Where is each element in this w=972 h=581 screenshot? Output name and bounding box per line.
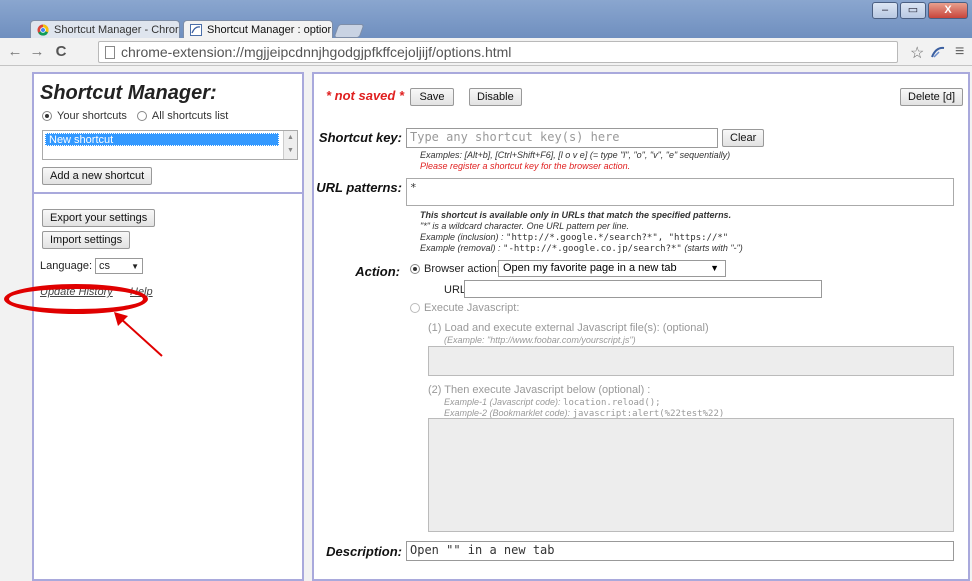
language-label: Language: xyxy=(40,260,92,272)
app-title: Shortcut Manager: xyxy=(40,82,217,104)
radio-execute-javascript[interactable] xyxy=(410,303,420,313)
tab-title: Shortcut Manager : optior xyxy=(207,23,332,36)
save-button[interactable]: Save xyxy=(410,88,454,106)
import-settings-button[interactable]: Import settings xyxy=(42,231,131,249)
url-help-4-code: "-http://*.google.co.jp/search?*" xyxy=(503,244,682,254)
delete-button[interactable]: Delete [d] xyxy=(900,88,964,106)
address-url: chrome-extension://mgjjeipcdnnjhgodgjpfk… xyxy=(121,44,512,60)
url-patterns-textarea[interactable]: * xyxy=(406,178,954,206)
description-label: Description: xyxy=(326,544,402,559)
browser-action-label[interactable]: Browser action: xyxy=(424,263,500,275)
annotation-ellipse xyxy=(4,284,148,314)
browser-action-select[interactable]: Open my favorite page in a new tab ▼ xyxy=(498,260,726,277)
js-example-1-prefix: Example-1 (Javascript code): xyxy=(444,397,564,407)
bookmark-star-icon[interactable]: ☆ xyxy=(910,43,924,63)
js-step1-example: (Example: "http://www.foobar.com/yourscr… xyxy=(444,335,636,345)
address-bar[interactable]: chrome-extension://mgjjeipcdnnjhgodgjpfk… xyxy=(98,41,898,63)
shortcut-manager-icon xyxy=(190,23,202,36)
shortcut-error: Please register a shortcut key for the b… xyxy=(420,161,631,171)
browser-titlebar: Shortcut Manager - Chror ✕ Shortcut Mana… xyxy=(0,0,972,38)
back-button[interactable]: ← xyxy=(6,43,24,61)
chevron-down-icon: ▼ xyxy=(710,263,719,273)
js-example-1: Example-1 (Javascript code): location.re… xyxy=(444,397,661,408)
left-panel: Shortcut Manager: Your shortcuts All sho… xyxy=(32,72,304,581)
radio-your-shortcuts-label[interactable]: Your shortcuts xyxy=(57,110,127,122)
chrome-menu-icon[interactable]: ≡ xyxy=(955,43,964,61)
url-help-3: Example (inclusion) : "http://*.google.*… xyxy=(420,232,728,243)
chrome-web-store-icon xyxy=(37,23,49,36)
external-js-textarea[interactable] xyxy=(428,346,954,376)
page-icon xyxy=(105,45,115,59)
shortcut-list-section: Shortcut Manager: Your shortcuts All sho… xyxy=(34,74,302,194)
url-help-2: "*" is a wildcard character. One URL pat… xyxy=(420,221,629,231)
tab-shortcut-manager-options[interactable]: Shortcut Manager : optior ✕ xyxy=(183,20,333,38)
shortcut-manager-extension-icon[interactable] xyxy=(930,45,946,59)
list-item-selected[interactable]: New shortcut xyxy=(45,133,279,146)
radio-your-shortcuts[interactable] xyxy=(42,111,52,121)
shortcut-view-toggle: Your shortcuts All shortcuts list xyxy=(42,110,238,122)
browser-toolbar: ← → C chrome-extension://mgjjeipcdnnjhgo… xyxy=(0,38,972,66)
radio-browser-action[interactable] xyxy=(410,264,420,274)
add-shortcut-button[interactable]: Add a new shortcut xyxy=(42,167,153,185)
radio-all-shortcuts-label[interactable]: All shortcuts list xyxy=(152,110,228,122)
js-step1-label: (1) Load and execute external Javascript… xyxy=(428,322,709,334)
url-help-4-suffix: (starts with "-") xyxy=(681,243,743,253)
tab-title: Shortcut Manager - Chror xyxy=(54,23,179,36)
execute-js-label[interactable]: Execute Javascript: xyxy=(424,302,519,314)
shortcut-key-input[interactable]: Type any shortcut key(s) here xyxy=(406,128,718,148)
options-page: Shortcut Manager: Your shortcuts All sho… xyxy=(0,66,972,581)
language-row: Language: cs ▼ xyxy=(40,258,143,274)
disable-button[interactable]: Disable xyxy=(469,88,522,106)
action-label: Action: xyxy=(355,264,400,279)
url-help-4-prefix: Example (removal) : xyxy=(420,243,504,253)
shortcut-examples: Examples: [Alt+b], [Ctrl+Shift+F6], [l o… xyxy=(420,150,731,160)
js-example-2-prefix: Example-2 (Bookmarklet code): xyxy=(444,408,573,418)
description-input[interactable]: Open "" in a new tab xyxy=(406,541,954,561)
tab-shortcut-manager-store[interactable]: Shortcut Manager - Chror ✕ xyxy=(30,20,180,38)
export-settings-button[interactable]: Export your settings xyxy=(42,209,156,227)
url-help-3-prefix: Example (inclusion) : xyxy=(420,232,507,242)
forward-button[interactable]: → xyxy=(28,43,46,61)
js-step2-label: (2) Then execute Javascript below (optio… xyxy=(428,384,651,396)
maximize-button[interactable]: ▭ xyxy=(900,2,926,19)
shortcut-key-label: Shortcut key: xyxy=(318,130,402,145)
not-saved-indicator: * not saved * xyxy=(326,88,405,103)
window-controls: – ▭ X xyxy=(870,2,968,20)
reload-button[interactable]: C xyxy=(52,43,70,61)
minimize-button[interactable]: – xyxy=(872,2,898,19)
clear-button[interactable]: Clear xyxy=(722,129,765,147)
language-select[interactable]: cs ▼ xyxy=(95,258,143,274)
url-help-1: This shortcut is available only in URLs … xyxy=(420,210,732,220)
close-window-button[interactable]: X xyxy=(928,2,968,19)
url-input[interactable] xyxy=(464,280,822,298)
shortcut-list[interactable]: New shortcut ▲ ▼ xyxy=(42,130,298,160)
chevron-down-icon: ▼ xyxy=(131,261,139,271)
browser-action-value: Open my favorite page in a new tab xyxy=(503,262,677,274)
js-example-1-code: location.reload(); xyxy=(563,398,661,408)
language-value: cs xyxy=(99,260,110,272)
annotation-arrow xyxy=(114,312,163,357)
javascript-code-textarea[interactable] xyxy=(428,418,954,532)
shortcut-editor-panel: * not saved * Save Disable Delete [d] Sh… xyxy=(312,72,970,581)
radio-all-shortcuts[interactable] xyxy=(136,111,147,121)
url-help-3-code: "http://*.google.*/search?*", "https://*… xyxy=(506,233,729,243)
new-tab-button[interactable] xyxy=(333,24,365,38)
url-patterns-label: URL patterns: xyxy=(316,180,402,195)
list-scrollbar[interactable]: ▲ ▼ xyxy=(283,131,297,159)
url-help-4: Example (removal) : "-http://*.google.co… xyxy=(420,243,743,254)
